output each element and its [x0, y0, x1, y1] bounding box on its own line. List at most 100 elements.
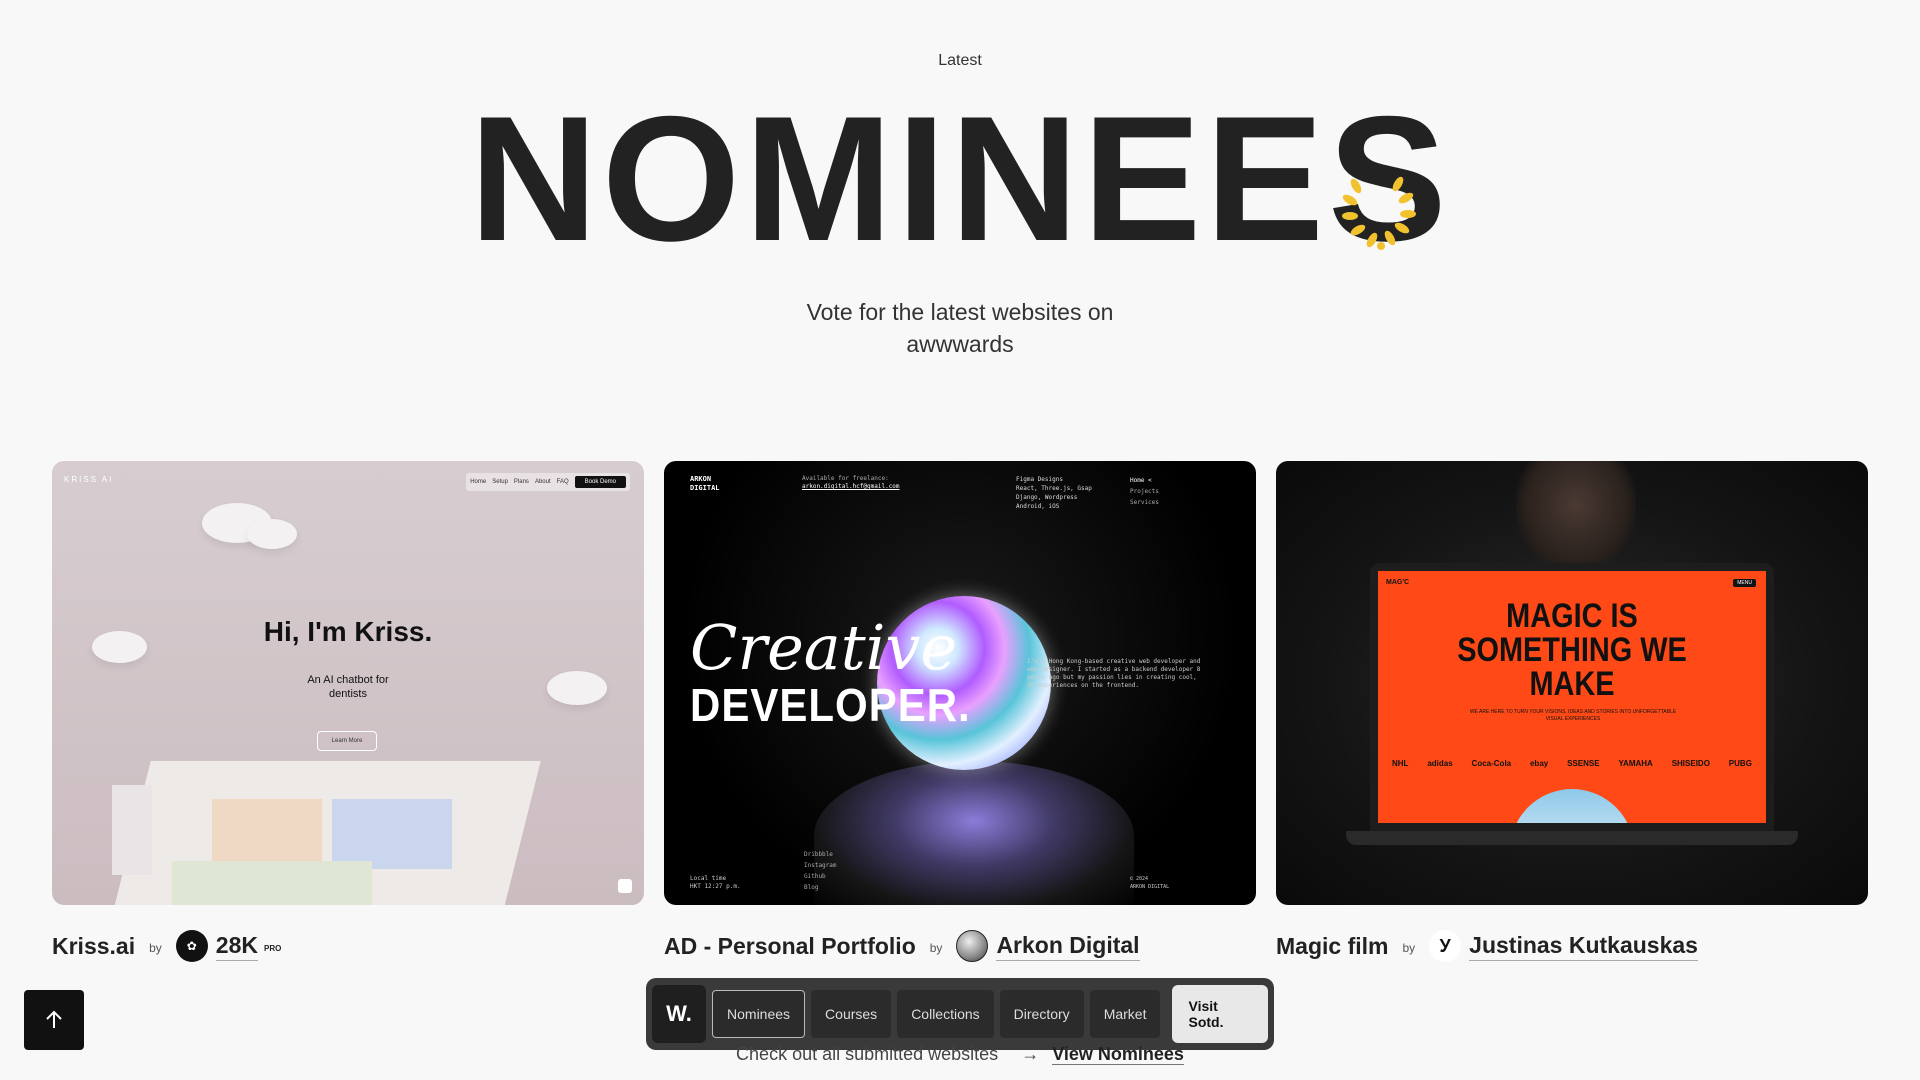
card-meta: Kriss.ai by ✿ 28K PRO: [52, 929, 644, 963]
visit-sotd-button[interactable]: Visit Sotd.: [1172, 985, 1268, 1043]
thumb-logo: ARKON DIGITAL: [690, 475, 720, 493]
card-title[interactable]: Magic film: [1276, 933, 1388, 960]
thumb-nav-item: About: [534, 479, 551, 485]
thumb-time-value: HKT 12:27 p.m.: [690, 883, 741, 890]
tab-nominees[interactable]: Nominees: [712, 990, 806, 1038]
thumb-menu-item: Services: [1130, 499, 1159, 506]
thumb-skill: Figma Designs: [1016, 476, 1063, 483]
back-to-top-button[interactable]: [24, 990, 84, 1050]
footer-text: Check out all submitted websites: [736, 1044, 999, 1064]
arrow-up-icon: [46, 1010, 62, 1028]
nominee-cards: KRISS AI Home Setup Plans About FAQ Book…: [52, 461, 1868, 963]
thumb-learn-more: Learn More: [317, 731, 377, 751]
laptop-base: [1346, 831, 1798, 845]
tab-courses[interactable]: Courses: [811, 990, 892, 1038]
site-thumbnail[interactable]: MAG'C MENU MAGIC IS SOMETHING WE MAKE WE…: [1276, 461, 1868, 905]
view-nominees-link[interactable]: View Nominees: [1052, 1044, 1184, 1065]
thumb-nav-item: Plans: [513, 479, 529, 485]
card-title[interactable]: Kriss.ai: [52, 933, 135, 960]
laurel-icon: [1342, 176, 1416, 250]
thumb-menu-item: Home <: [1130, 477, 1152, 484]
footer-cta: Check out all submitted websites → View …: [0, 1044, 1920, 1065]
site-thumbnail[interactable]: ARKON DIGITAL Available for freelance: a…: [664, 461, 1256, 905]
author-name[interactable]: Arkon Digital: [996, 932, 1140, 961]
client-logo: PUBG: [1728, 759, 1752, 768]
client-logos: NHL adidas Coca-Cola ebay SSENSE YAMAHA …: [1392, 759, 1752, 768]
thumb-menu: Home < Projects Services: [1130, 475, 1159, 508]
client-logo: Coca-Cola: [1471, 759, 1512, 768]
thumb-social: Dribbble Instagram Github Blog: [804, 849, 837, 893]
hand-graphic: [1516, 461, 1636, 571]
author-avatar[interactable]: У: [1429, 930, 1462, 962]
card-meta: Magic film by У Justinas Kutkauskas: [1276, 929, 1868, 963]
by-label: by: [929, 941, 943, 955]
thumb-email: arkon.digital.hcf@gmail.com: [802, 483, 900, 490]
author-name[interactable]: 28K: [215, 932, 258, 961]
laptop-graphic: MAG'C MENU MAGIC IS SOMETHING WE MAKE WE…: [1370, 563, 1774, 831]
cloud-graphic: [247, 519, 297, 549]
thumb-logo-line: ARKON: [690, 475, 712, 483]
thumb-headline-line: MAKE: [1529, 665, 1615, 703]
eyebrow-label: Latest: [938, 52, 982, 69]
thumb-nav: Home Setup Plans About FAQ Book Demo: [466, 473, 630, 491]
thumb-menu-item: Projects: [1130, 488, 1159, 495]
tab-directory[interactable]: Directory: [999, 990, 1084, 1038]
thumb-freelance-label: Available for freelance:: [802, 475, 889, 482]
card-title[interactable]: AD - Personal Portfolio: [664, 933, 916, 960]
room-graphic: [112, 785, 152, 875]
thumb-headline: Hi, I'm Kriss.: [263, 616, 433, 647]
client-logo: YAMAHA: [1618, 759, 1653, 768]
sky-graphic: [1510, 789, 1634, 823]
thumb-skill: Android, iOS: [1016, 503, 1060, 510]
author-avatar[interactable]: [956, 930, 989, 962]
pro-badge: PRO: [264, 943, 282, 953]
thumb-headline-line: MAGIC IS: [1506, 597, 1638, 635]
client-logo: SSENSE: [1567, 759, 1600, 768]
room-graphic: [212, 799, 322, 869]
thumb-social-link: Blog: [804, 884, 819, 891]
thumb-headline-line: SOMETHING WE: [1457, 631, 1687, 669]
thumb-subtext: An AI chatbot for dentists: [52, 673, 644, 701]
nominee-card-kriss[interactable]: KRISS AI Home Setup Plans About FAQ Book…: [52, 461, 644, 963]
thumb-cta: Book Demo: [574, 476, 626, 488]
thumb-brand: KRISS AI: [64, 475, 114, 484]
author-avatar[interactable]: ✿: [175, 930, 208, 962]
room-graphic: [332, 799, 452, 869]
room-graphic: [172, 861, 372, 905]
thumb-creative: Creative: [690, 611, 958, 684]
thumb-brand: MAG'C: [1386, 579, 1410, 586]
thumb-subtext-line: dentists: [329, 688, 367, 700]
arrow-right-icon: →: [1021, 1044, 1040, 1064]
by-label: by: [149, 941, 162, 955]
thumb-menu: MENU: [1733, 579, 1756, 587]
thumb-copyright-line: ARKON DIGITAL: [1130, 884, 1170, 890]
page-subtitle: Vote for the latest websites on awwwards: [806, 299, 1114, 357]
nominee-card-arkon[interactable]: ARKON DIGITAL Available for freelance: a…: [664, 461, 1256, 963]
tab-collections[interactable]: Collections: [897, 990, 994, 1038]
thumb-nav-item: Home: [470, 479, 487, 485]
rock-graphic: [814, 761, 1134, 905]
sound-icon: [618, 879, 632, 893]
nominee-card-magic-film[interactable]: MAG'C MENU MAGIC IS SOMETHING WE MAKE WE…: [1276, 461, 1868, 963]
thumb-subtext-line: An AI chatbot for: [307, 674, 389, 686]
site-thumbnail[interactable]: KRISS AI Home Setup Plans About FAQ Book…: [52, 461, 644, 905]
author-name[interactable]: Justinas Kutkauskas: [1469, 932, 1698, 961]
thumb-nav-item: FAQ: [556, 479, 569, 485]
thumb-about: I'm a Hong Kong-based creative web devel…: [1027, 658, 1201, 689]
thumb-skill: Django, Wordpress: [1016, 494, 1078, 501]
client-logo: adidas: [1427, 759, 1453, 768]
thumb-nav-item: Setup: [492, 479, 508, 485]
thumb-logo-line: DIGITAL: [690, 484, 720, 492]
awwwards-logo[interactable]: W.: [652, 985, 707, 1043]
thumb-social-link: Github: [804, 873, 826, 880]
bottom-dock: W. Nominees Courses Collections Director…: [646, 978, 1274, 1050]
card-meta: AD - Personal Portfolio by Arkon Digital: [664, 929, 1256, 963]
client-logo: SHISEIDO: [1671, 759, 1710, 768]
page-title: NOMINEES: [469, 79, 1451, 278]
client-logo: NHL: [1392, 759, 1409, 768]
thumb-time: Local time HKT 12:27 p.m.: [690, 875, 741, 891]
thumb-subtext: WE ARE HERE TO TURN YOUR VISIONS, IDEAS …: [1469, 709, 1677, 722]
tab-market[interactable]: Market: [1089, 990, 1161, 1038]
thumb-social-link: Dribbble: [804, 851, 833, 858]
thumb-developer: DEVELOPER.: [690, 679, 971, 731]
